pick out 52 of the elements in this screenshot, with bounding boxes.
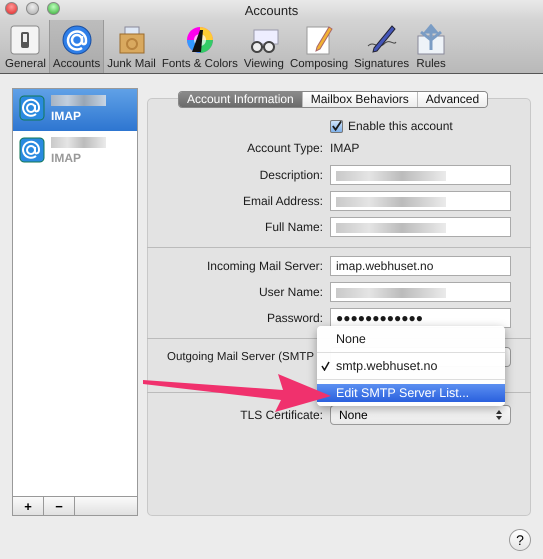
input-field[interactable] bbox=[330, 191, 511, 211]
field-label: TLS Certificate: bbox=[239, 408, 323, 422]
list-button[interactable]: − bbox=[44, 497, 75, 515]
help-button[interactable]: ? bbox=[509, 529, 531, 551]
toolbar-tab[interactable]: Signatures bbox=[351, 20, 412, 73]
field-label: Description: bbox=[258, 168, 323, 182]
input-field[interactable]: imap.webhuset.no bbox=[330, 256, 511, 276]
close-button[interactable] bbox=[5, 2, 18, 15]
account-type: IMAP bbox=[51, 151, 82, 165]
switch-icon bbox=[9, 24, 42, 56]
at-sign-icon bbox=[19, 137, 45, 163]
at-sign-icon bbox=[19, 95, 45, 121]
toolbar-tab[interactable]: Accounts bbox=[48, 20, 104, 73]
toolbar-tab[interactable]: Junk Mail bbox=[104, 20, 159, 73]
popup-button[interactable]: None bbox=[330, 405, 511, 425]
toolbar-tab[interactable]: Rules bbox=[412, 20, 450, 73]
tab[interactable]: Account Information bbox=[179, 92, 302, 107]
input-field[interactable]: ●●●●●●●●●●●● bbox=[330, 308, 511, 328]
field-label: Account Type: bbox=[246, 141, 323, 155]
stepper-icon bbox=[496, 410, 502, 420]
input-field[interactable] bbox=[330, 282, 511, 302]
arrows-icon bbox=[415, 24, 448, 56]
input-field[interactable] bbox=[330, 217, 511, 237]
checkbox[interactable] bbox=[330, 120, 343, 132]
toolbar-tab[interactable]: General bbox=[2, 20, 49, 73]
blurred-text bbox=[51, 137, 106, 148]
account-type: IMAP bbox=[51, 109, 82, 123]
field-label: Email Address: bbox=[242, 194, 323, 208]
blurred-text bbox=[51, 95, 106, 106]
input-field[interactable] bbox=[330, 165, 511, 185]
zoom-button[interactable] bbox=[47, 2, 60, 15]
minimize-button[interactable] bbox=[26, 2, 39, 15]
field-label: Incoming Mail Server: bbox=[206, 259, 323, 273]
toolbar-tab[interactable]: Viewing bbox=[240, 20, 287, 73]
toolbar-tab[interactable]: Composing bbox=[286, 20, 352, 73]
checkbox-label: Enable this account bbox=[348, 119, 453, 133]
tab[interactable]: Mailbox Behaviors bbox=[302, 92, 417, 107]
menu-item[interactable]: Edit SMTP Server List... bbox=[317, 384, 505, 402]
field-label: Outgoing Mail Server (SMTP bbox=[166, 351, 315, 363]
tab[interactable]: Advanced bbox=[416, 92, 488, 107]
field-label: User Name: bbox=[258, 285, 323, 299]
account-item[interactable]: IMAP bbox=[13, 89, 137, 131]
checkmark-icon bbox=[321, 361, 330, 371]
window-title: Accounts bbox=[244, 2, 298, 18]
toolbar-tab[interactable]: Fonts & Colors bbox=[158, 20, 241, 73]
field-label: Full Name: bbox=[264, 220, 323, 234]
menu-item[interactable]: None bbox=[317, 330, 505, 348]
list-button[interactable]: + bbox=[13, 497, 44, 515]
at-sign-icon bbox=[60, 24, 93, 56]
account-type-value: IMAP bbox=[330, 141, 360, 155]
menu-item[interactable]: smtp.webhuset.no bbox=[317, 357, 505, 375]
field-label: Password: bbox=[266, 311, 323, 325]
